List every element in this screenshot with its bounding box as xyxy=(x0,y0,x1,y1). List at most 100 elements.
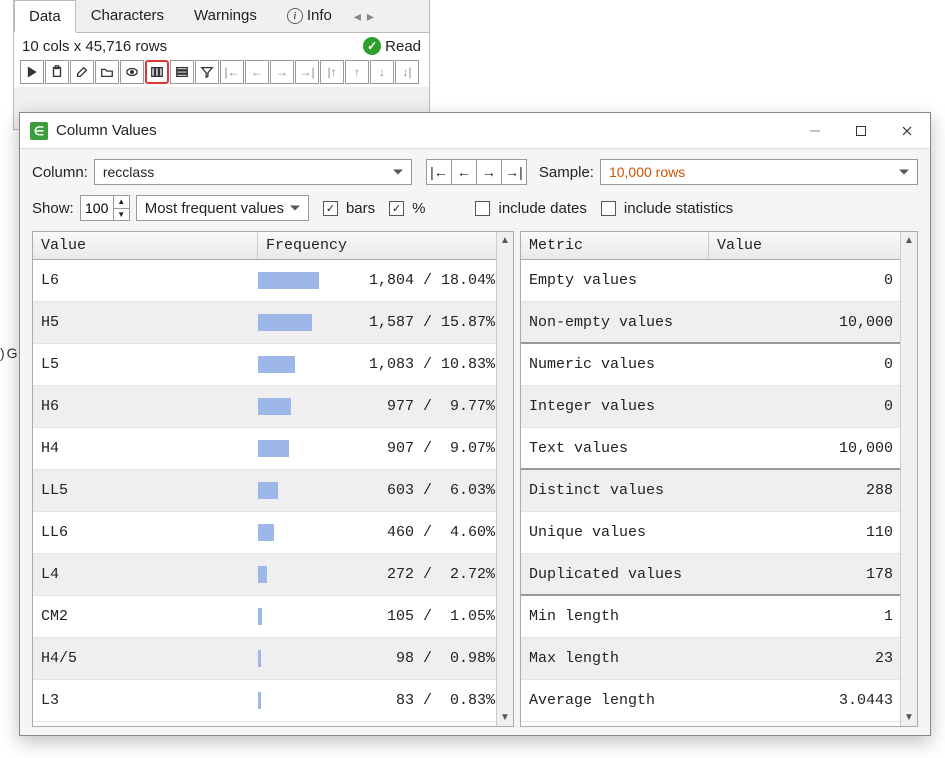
table-row[interactable]: Unique values110 xyxy=(521,512,917,554)
mode-select[interactable]: Most frequent values xyxy=(136,195,309,221)
table-row[interactable]: L4 272 / 2.72% xyxy=(33,554,513,596)
freq-count-cell: 603 / 6.03% xyxy=(258,482,513,499)
include-stats-checkbox[interactable] xyxy=(601,201,616,216)
next-button[interactable]: → xyxy=(270,60,294,84)
row-values-button[interactable] xyxy=(170,60,194,84)
table-row[interactable]: Text values10,000 xyxy=(521,428,917,470)
table-row[interactable]: Integer values0 xyxy=(521,386,917,428)
metric-value-cell: 110 xyxy=(709,524,917,541)
window-title: Column Values xyxy=(56,122,792,139)
filter-button[interactable] xyxy=(195,60,219,84)
close-button[interactable] xyxy=(884,113,930,148)
freq-value-cell: L6 xyxy=(33,272,258,289)
table-row[interactable]: L51,083 / 10.83% xyxy=(33,344,513,386)
metric-value-cell: 0 xyxy=(709,398,917,415)
freq-header-value[interactable]: Value xyxy=(33,232,258,259)
table-row[interactable]: H4/5 98 / 0.98% xyxy=(33,638,513,680)
freq-value-cell: CM2 xyxy=(33,608,258,625)
column-select[interactable]: recclass xyxy=(94,159,412,185)
maximize-button[interactable] xyxy=(838,113,884,148)
last-button[interactable]: →| xyxy=(295,60,319,84)
show-count-up[interactable]: ▲ xyxy=(114,196,129,209)
tab-warnings[interactable]: Warnings xyxy=(179,0,272,32)
include-dates-checkbox[interactable] xyxy=(475,201,490,216)
table-row[interactable]: L61,804 / 18.04% xyxy=(33,260,513,302)
table-row[interactable]: LL6 460 / 4.60% xyxy=(33,512,513,554)
tab-characters[interactable]: Characters xyxy=(76,0,179,32)
metric-value-cell: 23 xyxy=(709,650,917,667)
check-icon: ✓ xyxy=(363,37,381,55)
table-row[interactable]: Duplicated values178 xyxy=(521,554,917,596)
table-row[interactable]: H4 907 / 9.07% xyxy=(33,428,513,470)
column-values-button[interactable] xyxy=(145,60,169,84)
metric-name-cell: Max length xyxy=(521,650,709,667)
freq-count-cell: 907 / 9.07% xyxy=(258,440,513,457)
sample-last-button[interactable]: →| xyxy=(501,159,527,185)
tabs-scroll-right-icon[interactable]: ▸ xyxy=(364,8,377,25)
show-count-down[interactable]: ▼ xyxy=(114,209,129,221)
up-button[interactable]: ↑ xyxy=(345,60,369,84)
bars-label: bars xyxy=(346,200,375,217)
freq-header-frequency[interactable]: Frequency xyxy=(258,232,513,259)
table-row[interactable]: LL5 603 / 6.03% xyxy=(33,470,513,512)
app-icon: ∈ xyxy=(30,122,48,140)
sample-prev-button[interactable]: ← xyxy=(451,159,477,185)
metric-name-cell: Distinct values xyxy=(521,482,709,499)
minimize-button[interactable] xyxy=(792,113,838,148)
tab-data[interactable]: Data xyxy=(14,0,76,33)
scroll-down-icon[interactable]: ▼ xyxy=(497,709,513,726)
freq-bar xyxy=(258,356,295,373)
freq-bar xyxy=(258,566,267,583)
freq-value-cell: H4 xyxy=(33,440,258,457)
table-row[interactable]: Min length1 xyxy=(521,596,917,638)
table-row[interactable]: Numeric values0 xyxy=(521,344,917,386)
open-folder-button[interactable] xyxy=(95,60,119,84)
table-row[interactable]: CM2 105 / 1.05% xyxy=(33,596,513,638)
sample-select[interactable]: 10,000 rows xyxy=(600,159,918,185)
tab-info[interactable]: iInfo xyxy=(272,0,347,32)
table-row[interactable]: Empty values0 xyxy=(521,260,917,302)
metric-value-cell: 178 xyxy=(709,566,917,583)
table-row[interactable]: Non-empty values10,000 xyxy=(521,302,917,344)
table-row[interactable]: Max length23 xyxy=(521,638,917,680)
toolbar: |← ← → →| |↑ ↑ ↓ ↓| xyxy=(14,57,429,87)
bottom-button[interactable]: ↓| xyxy=(395,60,419,84)
scroll-down-icon[interactable]: ▼ xyxy=(901,709,917,726)
freq-bar xyxy=(258,482,278,499)
down-button[interactable]: ↓ xyxy=(370,60,394,84)
edit-button[interactable] xyxy=(70,60,94,84)
titlebar[interactable]: ∈ Column Values xyxy=(20,113,930,149)
top-button[interactable]: |↑ xyxy=(320,60,344,84)
metric-value-cell: 1 xyxy=(709,608,917,625)
frequency-table: Value Frequency L61,804 / 18.04%H51,587 … xyxy=(32,231,514,727)
show-count-input[interactable] xyxy=(81,199,113,217)
sample-next-button[interactable]: → xyxy=(476,159,502,185)
freq-value-cell: L3 xyxy=(33,692,258,709)
prev-button[interactable]: ← xyxy=(245,60,269,84)
freq-value-cell: LL6 xyxy=(33,524,258,541)
column-label: Column: xyxy=(32,164,88,181)
info-icon: i xyxy=(287,8,303,24)
first-button[interactable]: |← xyxy=(220,60,244,84)
table-row[interactable]: Average length3.0443 xyxy=(521,680,917,722)
metrics-header-value[interactable]: Value xyxy=(709,232,917,259)
table-row[interactable]: L3 83 / 0.83% xyxy=(33,680,513,722)
show-label: Show: xyxy=(32,200,74,217)
status-row: 10 cols x 45,716 rows ✓ Read xyxy=(14,33,429,57)
scroll-up-icon[interactable]: ▲ xyxy=(901,232,917,249)
tabs-scroll-left-icon[interactable]: ◂ xyxy=(351,8,364,25)
metrics-header-metric[interactable]: Metric xyxy=(521,232,709,259)
bars-checkbox[interactable]: ✓ xyxy=(323,201,338,216)
run-button[interactable] xyxy=(20,60,44,84)
scroll-up-icon[interactable]: ▲ xyxy=(497,232,513,249)
view-button[interactable] xyxy=(120,60,144,84)
table-row[interactable]: Distinct values288 xyxy=(521,470,917,512)
table-row[interactable]: H51,587 / 15.87% xyxy=(33,302,513,344)
table-row[interactable]: H6 977 / 9.77% xyxy=(33,386,513,428)
metrics-scrollbar[interactable]: ▲ ▼ xyxy=(900,232,917,726)
sample-first-button[interactable]: |← xyxy=(426,159,452,185)
percent-checkbox[interactable]: ✓ xyxy=(389,201,404,216)
show-count-stepper[interactable]: ▲▼ xyxy=(80,195,130,221)
clipboard-button[interactable] xyxy=(45,60,69,84)
freq-scrollbar[interactable]: ▲ ▼ xyxy=(496,232,513,726)
